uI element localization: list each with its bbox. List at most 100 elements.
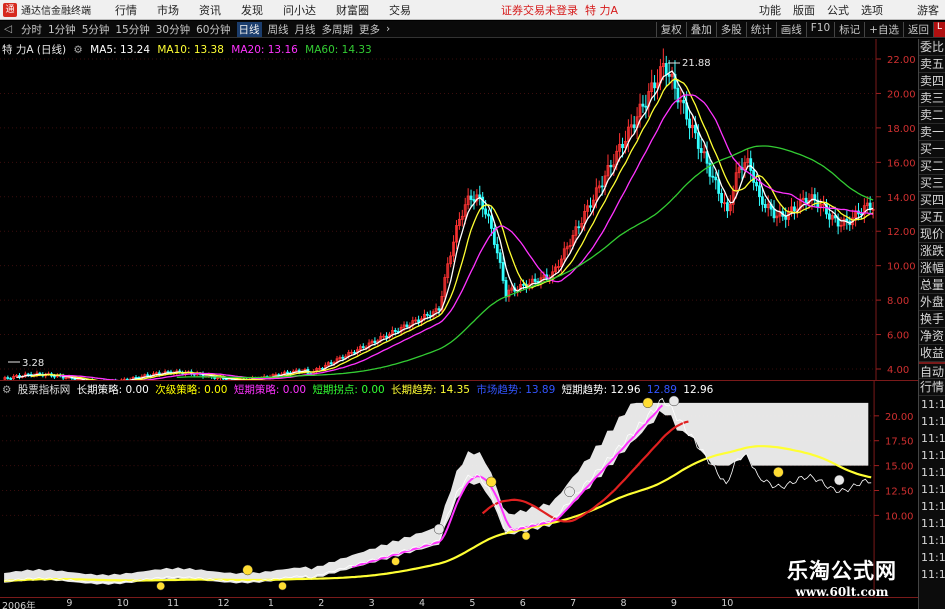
side-tab[interactable]: 外盘 [919,294,945,311]
period-tab[interactable]: 月线 [295,22,316,37]
menu-ask[interactable]: 问小达 [283,2,316,18]
candle-body [653,82,656,89]
indicator-legend: ⚙ 股票指标网 长期策略: 0.00 次级策略: 0.00 短期策略: 0.00… [2,382,716,397]
side-tab[interactable]: 净资 [919,328,945,345]
main-y-axis: 22.00 20.00 18.00 16.00 14.00 12.00 10.00 8.00 6… [875,39,916,380]
y-tick-label: 16.00 [887,158,916,169]
candle-body [341,356,345,359]
menu-layout[interactable]: 版面 [793,2,815,18]
period-tab-more[interactable]: 更多 [359,22,380,37]
side-tab[interactable]: 涨幅 [919,260,945,277]
side-tab[interactable]: 卖一 [919,124,945,141]
side-tab[interactable]: 委比 [919,39,945,56]
indicator-value-b: 12.96 [683,384,714,396]
period-tab[interactable]: 60分钟 [196,22,230,37]
menu-options[interactable]: 选项 [861,2,883,18]
candle-body [644,105,648,108]
date-label: 6 [519,598,526,609]
period-tab[interactable]: 周线 [268,22,289,37]
candle-body [393,330,397,332]
side-tab-auto[interactable]: 自动 [919,362,945,379]
period-tab[interactable]: 多周期 [322,22,354,37]
side-time: 11:1 [921,500,945,513]
date-label: 2 [318,598,325,609]
more-chevron-icon[interactable]: › [386,23,390,35]
side-time: 11:1 [921,432,945,445]
candle-body [621,143,624,149]
side-tab-auto[interactable]: 行情 [919,379,945,396]
period-tab[interactable]: 30分钟 [156,22,190,37]
settings-gear-icon[interactable]: ⚙ [73,44,82,56]
candle-body [589,205,592,208]
side-tab[interactable]: 卖二 [919,107,945,124]
tool-mark[interactable]: 标记 [834,21,864,37]
tool-add-watch[interactable]: +自选 [864,21,903,37]
side-tab[interactable]: 换手 [919,311,945,328]
guest-label[interactable]: 游客 [917,2,939,18]
candle-body [667,74,671,77]
side-tab[interactable]: 卖三 [919,90,945,107]
period-tab[interactable]: 1分钟 [48,22,76,37]
indicator-minor-strategy: 次级策略: 0.00 [155,384,228,396]
tool-back[interactable]: 返回 [902,21,933,37]
y-tick-label: 20.00 [887,89,916,100]
side-tab[interactable]: 卖四 [919,73,945,90]
date-label: 8 [620,598,627,609]
tool-multi[interactable]: 多股 [715,21,746,37]
side-tab[interactable]: 买四 [919,192,945,209]
signal-icon [668,395,680,407]
candle-body [478,194,482,198]
app-title: 通达信金融终端 [21,6,91,17]
candle-body [373,340,377,343]
back-arrow-icon[interactable]: ◁ [4,23,18,35]
candle-body [146,374,150,377]
period-tab[interactable]: 15分钟 [115,22,149,37]
menu-formula[interactable]: 公式 [827,2,849,18]
side-tab[interactable]: 卖五 [919,56,945,73]
candle-body [361,346,365,348]
menu-quotes[interactable]: 行情 [115,2,137,18]
signal-icon [834,474,845,486]
cloud-band [4,402,869,585]
login-status: 证券交易未登录 特 力A [501,2,618,18]
menu-wealth[interactable]: 财富圈 [336,2,369,18]
tool-f10[interactable]: F10 [805,21,834,37]
y-tick-label: 20.00 [885,412,913,423]
side-tab[interactable]: 收益 [919,345,945,362]
candle-body [760,196,764,205]
date-label: 7 [570,598,577,609]
side-tab[interactable]: 买二 [919,158,945,175]
candle-body [641,103,645,107]
period-tab-daily[interactable]: 日线 [236,21,262,37]
side-tab[interactable]: 买一 [919,141,945,158]
candle-body [577,226,581,229]
indicator-long-strategy: 长期策略: 0.00 [76,384,149,396]
side-tab[interactable]: 现价 [919,226,945,243]
side-tab[interactable]: 总量 [919,277,945,294]
tool-draw[interactable]: 画线 [775,21,806,37]
menu-function[interactable]: 功能 [759,2,781,18]
kline-chart[interactable]: 22.00 20.00 18.00 16.00 14.00 12.00 10.00 8.00 6… [0,39,918,380]
period-tab[interactable]: 分时 [21,22,42,37]
date-label: 11 [167,598,180,609]
ma10-label: MA10: 13.38 [157,44,224,56]
menu-market[interactable]: 市场 [157,2,179,18]
side-tab[interactable]: 涨跌 [919,243,945,260]
side-tab[interactable]: 买五 [919,209,945,226]
menu-news[interactable]: 资讯 [199,2,221,18]
menu-discover[interactable]: 发现 [241,2,263,18]
menu-trade[interactable]: 交易 [389,2,411,18]
side-tab[interactable]: 买三 [919,175,945,192]
date-label: 1 [267,598,274,609]
candle-body [286,371,289,374]
gear-icon[interactable]: ⚙ [2,384,11,396]
date-label: 3 [368,598,375,609]
tool-stats[interactable]: 统计 [745,21,776,37]
tool-overlay[interactable]: 叠加 [685,21,716,37]
candle-body [472,199,476,202]
candle-body [417,319,421,323]
period-tab[interactable]: 5分钟 [82,22,110,37]
y-tick-label: 10.00 [885,511,913,522]
tool-adjust[interactable]: 复权 [655,21,686,37]
indicator-short-trend: 短期趋势: 12.96 [561,384,641,396]
